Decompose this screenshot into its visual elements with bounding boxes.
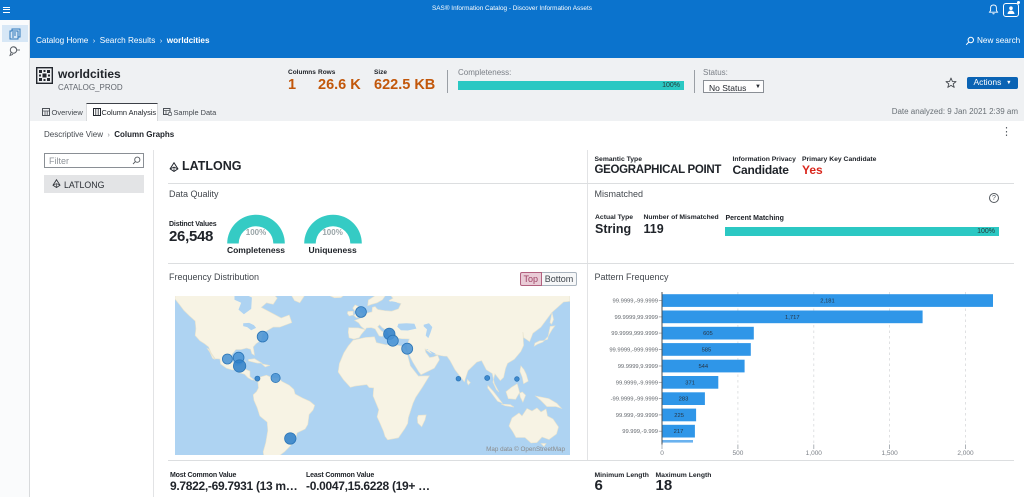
svg-text:500: 500 bbox=[732, 450, 743, 457]
svg-text:99.9999,99.9999: 99.9999,99.9999 bbox=[614, 315, 658, 321]
svg-text:585: 585 bbox=[702, 348, 712, 354]
svg-text:2,181: 2,181 bbox=[820, 299, 835, 305]
svg-text:2,000: 2,000 bbox=[957, 450, 974, 457]
svg-text:544: 544 bbox=[698, 364, 708, 370]
svg-text:1,500: 1,500 bbox=[881, 450, 898, 457]
svg-text:99.9999,-9.9999: 99.9999,-9.9999 bbox=[616, 380, 658, 386]
svg-text:99.9999,999.9999: 99.9999,999.9999 bbox=[611, 331, 658, 337]
svg-text:1,000: 1,000 bbox=[806, 450, 823, 457]
svg-text:0: 0 bbox=[660, 450, 664, 457]
svg-text:1,717: 1,717 bbox=[785, 315, 800, 321]
svg-text:-99.9999,-99.9999: -99.9999,-99.9999 bbox=[611, 397, 658, 403]
svg-text:217: 217 bbox=[674, 429, 684, 435]
svg-text:99.9999,-99.9999: 99.9999,-99.9999 bbox=[613, 299, 658, 305]
svg-text:371: 371 bbox=[685, 380, 695, 386]
svg-text:Map data © OpenStreetMap: Map data © OpenStreetMap bbox=[486, 445, 565, 453]
svg-text:99.999,-9.999: 99.999,-9.999 bbox=[622, 429, 658, 435]
svg-text:283: 283 bbox=[679, 397, 689, 403]
svg-text:99.9999,-999.9999: 99.9999,-999.9999 bbox=[609, 348, 658, 354]
svg-text:99.999,-99.9999: 99.999,-99.9999 bbox=[616, 413, 658, 419]
svg-text:225: 225 bbox=[674, 413, 684, 419]
svg-text:605: 605 bbox=[703, 331, 713, 337]
svg-text:99.9999,9.9999: 99.9999,9.9999 bbox=[618, 364, 658, 370]
